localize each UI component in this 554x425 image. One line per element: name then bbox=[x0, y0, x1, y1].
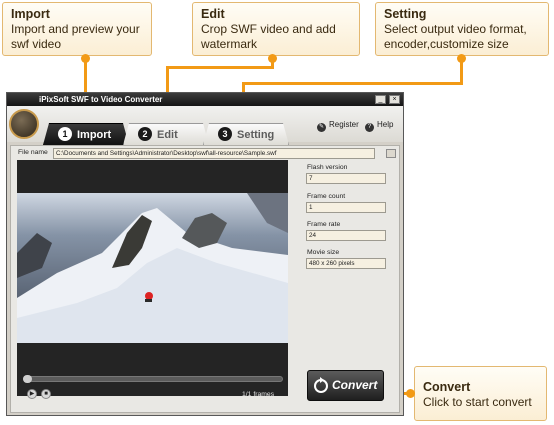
minimize-button[interactable]: _ bbox=[375, 95, 386, 104]
video-preview: ▶ ■ 1/1 frames bbox=[17, 160, 288, 399]
header-bar: 1 Import 2 Edit 3 Setting ✎ Register ? Help bbox=[7, 106, 403, 145]
tab-setting-label: Setting bbox=[237, 129, 275, 141]
tab-import[interactable]: 1 Import bbox=[43, 123, 129, 145]
convert-button[interactable]: Convert bbox=[307, 370, 384, 401]
edit-callout: Edit Crop SWF video and add watermark bbox=[192, 2, 360, 56]
movie-size-value: 480 x 260 pixels bbox=[306, 258, 386, 269]
frame-rate-label: Frame rate bbox=[307, 221, 341, 228]
tab-import-label: Import bbox=[77, 129, 112, 141]
tab-setting[interactable]: 3 Setting bbox=[203, 123, 289, 145]
register-icon: ✎ bbox=[317, 123, 326, 132]
convert-callout-title: Convert bbox=[423, 380, 471, 394]
frame-rate-value: 24 bbox=[306, 230, 386, 241]
tab-edit[interactable]: 2 Edit bbox=[123, 123, 209, 145]
import-callout: Import Import and preview your swf video bbox=[2, 2, 152, 56]
help-icon: ? bbox=[365, 123, 374, 132]
tab-edit-number: 2 bbox=[138, 127, 152, 141]
title-bar: iPixSoft SWF to Video Converter _ × bbox=[7, 93, 403, 106]
tab-import-number: 1 bbox=[58, 127, 72, 141]
convert-callout-text: Click to start convert bbox=[423, 395, 532, 409]
file-path-field[interactable]: C:\Documents and Settings\Administrator\… bbox=[53, 148, 375, 159]
frame-count-label: Frame count bbox=[307, 193, 346, 200]
convert-icon bbox=[314, 377, 328, 393]
convert-connector-dot bbox=[406, 389, 415, 398]
flash-version-value: 7 bbox=[306, 173, 386, 184]
stop-button-icon[interactable]: ■ bbox=[41, 389, 51, 399]
edit-callout-title: Edit bbox=[201, 7, 225, 21]
help-label: Help bbox=[377, 120, 394, 129]
setting-callout-text: Select output video format, encoder,cust… bbox=[384, 22, 527, 51]
movie-size-label: Movie size bbox=[307, 249, 340, 256]
flash-version-label: Flash version bbox=[307, 164, 348, 171]
edit-connector-h bbox=[166, 66, 274, 69]
setting-callout: Setting Select output video format, enco… bbox=[375, 2, 549, 56]
import-callout-text: Import and preview your swf video bbox=[11, 22, 140, 51]
app-window: iPixSoft SWF to Video Converter _ × 1 Imp… bbox=[6, 92, 404, 416]
edit-connector-dot bbox=[268, 54, 277, 63]
register-label: Register bbox=[329, 120, 359, 129]
help-link[interactable]: ? Help bbox=[365, 120, 393, 132]
setting-callout-title: Setting bbox=[384, 7, 427, 21]
mountain-scene-image bbox=[17, 193, 288, 343]
playback-progress-bar[interactable] bbox=[23, 375, 283, 383]
convert-callout: Convert Click to start convert bbox=[414, 366, 547, 421]
tab-setting-number: 3 bbox=[218, 127, 232, 141]
import-callout-title: Import bbox=[11, 7, 50, 21]
window-title: iPixSoft SWF to Video Converter bbox=[39, 95, 163, 104]
setting-connector-h bbox=[242, 82, 463, 85]
progress-handle[interactable] bbox=[23, 375, 32, 383]
frame-counter: 1/1 frames bbox=[242, 391, 275, 398]
register-link[interactable]: ✎ Register bbox=[317, 120, 359, 132]
video-frame-image bbox=[17, 193, 288, 343]
close-button[interactable]: × bbox=[389, 95, 400, 104]
file-name-label: File name bbox=[18, 149, 48, 156]
frame-count-value: 1 bbox=[306, 202, 386, 213]
import-connector-dot bbox=[81, 54, 90, 63]
tab-edit-label: Edit bbox=[157, 129, 178, 141]
browse-folder-icon[interactable] bbox=[386, 149, 396, 158]
main-panel: File name C:\Documents and Settings\Admi… bbox=[10, 145, 400, 413]
edit-callout-text: Crop SWF video and add watermark bbox=[201, 22, 336, 51]
app-logo-icon bbox=[9, 109, 39, 139]
setting-connector-dot bbox=[457, 54, 466, 63]
convert-button-label: Convert bbox=[332, 378, 378, 392]
play-button-icon[interactable]: ▶ bbox=[27, 389, 37, 399]
